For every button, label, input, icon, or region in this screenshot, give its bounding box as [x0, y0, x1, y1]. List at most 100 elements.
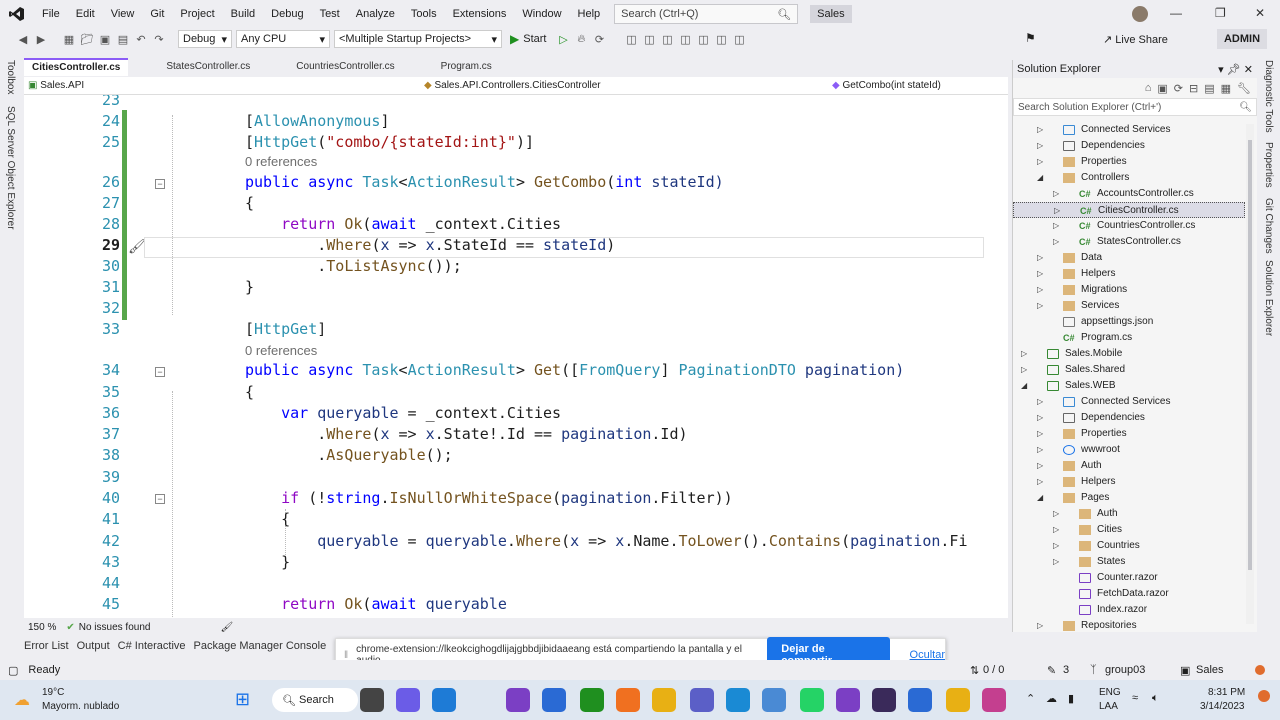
- diagnostic-tools-tab[interactable]: Diagnostic Tools: [1263, 60, 1274, 133]
- tree-item[interactable]: ▷ Repositories: [1013, 618, 1245, 634]
- tree-item[interactable]: ▷ wwwroot: [1013, 442, 1245, 458]
- collapsed-chevron-icon[interactable]: ▷: [1021, 346, 1027, 362]
- tree-item[interactable]: ▷ Helpers: [1013, 266, 1245, 282]
- keyboard-layout[interactable]: LAA: [1099, 701, 1118, 712]
- configuration-select[interactable]: Debug ▾: [178, 30, 232, 48]
- whatsapp-icon[interactable]: [800, 688, 824, 712]
- file-explorer-icon[interactable]: [908, 688, 932, 712]
- tree-item[interactable]: ◢ Controllers: [1013, 170, 1245, 186]
- tree-item[interactable]: FetchData.razor: [1013, 586, 1245, 602]
- brush-icon[interactable]: 🖌︎: [220, 622, 233, 633]
- github-icon[interactable]: [836, 688, 860, 712]
- tree-item[interactable]: ▷ Auth: [1013, 458, 1245, 474]
- sql-server-object-explorer-tab[interactable]: SQL Server Object Explorer: [5, 106, 16, 230]
- wrench-icon[interactable]: 🔧︎: [1237, 82, 1251, 95]
- wifi-icon[interactable]: ≈: [1132, 692, 1138, 704]
- startup-project-select[interactable]: <Multiple Startup Projects> ▾: [334, 30, 502, 48]
- tree-item[interactable]: appsettings.json: [1013, 314, 1245, 330]
- collapsed-chevron-icon[interactable]: ▷: [1037, 138, 1043, 154]
- collapsed-chevron-icon[interactable]: ▷: [1053, 522, 1059, 538]
- collapsed-chevron-icon[interactable]: ▷: [1037, 394, 1043, 410]
- tree-item[interactable]: ▷ Connected Services: [1013, 122, 1245, 138]
- volume-icon[interactable]: 🔈︎: [1152, 692, 1159, 705]
- tree-item[interactable]: ▷ Connected Services: [1013, 394, 1245, 410]
- save-icon[interactable]: ▣: [96, 33, 114, 46]
- weather-desc[interactable]: Mayorm. nublado: [42, 701, 119, 712]
- branch-icon[interactable]: ᛉ: [1090, 664, 1097, 676]
- global-search-input[interactable]: Search (Ctrl+Q) 🔍︎: [614, 4, 799, 24]
- pin-icon[interactable]: 📌︎: [1227, 64, 1241, 76]
- tree-item[interactable]: ▷ Properties: [1013, 154, 1245, 170]
- visual-studio-logo-icon[interactable]: [0, 0, 34, 28]
- panel-options-icon[interactable]: ▾: [1218, 64, 1224, 76]
- taskbar-search[interactable]: 🔍︎ Search: [272, 688, 358, 712]
- collapsed-chevron-icon[interactable]: ▷: [1053, 506, 1059, 522]
- solution-name-badge[interactable]: Sales: [810, 5, 852, 23]
- tree-item[interactable]: ▷ States: [1013, 554, 1245, 570]
- toolbar-misc-icon[interactable]: ◫: [712, 33, 730, 46]
- expanded-chevron-icon[interactable]: ◢: [1037, 170, 1043, 186]
- pencil-icon[interactable]: ✎: [1047, 664, 1056, 677]
- start-button[interactable]: Start: [523, 33, 546, 45]
- collapsed-chevron-icon[interactable]: ▷: [1037, 250, 1043, 266]
- collapsed-chevron-icon[interactable]: ▷: [1053, 554, 1059, 570]
- tree-item[interactable]: ▷ C# CountriesController.cs: [1013, 218, 1245, 234]
- collapsed-chevron-icon[interactable]: ▷: [1054, 203, 1060, 219]
- tab-output[interactable]: Output: [77, 640, 110, 652]
- solution-explorer-tab[interactable]: Solution Explorer: [1263, 260, 1274, 336]
- scrollbar-thumb[interactable]: [1248, 140, 1252, 570]
- source-control-arrows-icon[interactable]: ⇅: [970, 664, 979, 677]
- drag-handle-icon[interactable]: ‖: [344, 650, 348, 661]
- menu-test[interactable]: Test: [312, 0, 348, 28]
- menu-help[interactable]: Help: [570, 0, 609, 28]
- toolbar-misc-icon[interactable]: ◫: [622, 33, 640, 46]
- collapsed-chevron-icon[interactable]: ▷: [1053, 186, 1059, 202]
- clock-time[interactable]: 8:31 PM: [1208, 687, 1245, 698]
- undo-icon[interactable]: ↶: [132, 33, 150, 46]
- collapsed-chevron-icon[interactable]: ▷: [1037, 458, 1043, 474]
- tab-program[interactable]: Program.cs: [433, 58, 500, 76]
- postman-icon[interactable]: [616, 688, 640, 712]
- menu-analyze[interactable]: Analyze: [348, 0, 403, 28]
- toolbox-tab[interactable]: Toolbox: [5, 60, 16, 94]
- notification-icon[interactable]: [1258, 690, 1270, 702]
- tab-package-manager-console[interactable]: Package Manager Console: [194, 640, 327, 652]
- save-all-icon[interactable]: ▤: [114, 33, 132, 46]
- branch-name[interactable]: group03: [1105, 664, 1145, 676]
- xbox-icon[interactable]: [580, 688, 604, 712]
- back-icon[interactable]: ◀: [14, 33, 32, 46]
- collapsed-chevron-icon[interactable]: ▷: [1053, 218, 1059, 234]
- app-icon[interactable]: [982, 688, 1006, 712]
- redo-icon[interactable]: ↷: [150, 33, 168, 46]
- tree-item[interactable]: C# Program.cs: [1013, 330, 1245, 346]
- menu-file[interactable]: File: [34, 0, 68, 28]
- member-dropdown[interactable]: ◆ GetCombo(int stateId): [832, 80, 941, 91]
- collapsed-chevron-icon[interactable]: ▷: [1037, 122, 1043, 138]
- chat-icon[interactable]: [396, 688, 420, 712]
- refresh-icon[interactable]: ⟳: [590, 33, 608, 46]
- task-view-icon[interactable]: [360, 688, 384, 712]
- expanded-chevron-icon[interactable]: ◢: [1021, 378, 1027, 394]
- tree-item[interactable]: ▷ C# AccountsController.cs: [1013, 186, 1245, 202]
- menu-build[interactable]: Build: [223, 0, 263, 28]
- tree-item[interactable]: ▷ C# StatesController.cs: [1013, 234, 1245, 250]
- tab-countries-controller[interactable]: CountriesController.cs: [288, 58, 402, 76]
- close-panel-icon[interactable]: ✕: [1244, 64, 1253, 76]
- tree-item[interactable]: ▷ Countries: [1013, 538, 1245, 554]
- clock-date[interactable]: 3/14/2023: [1200, 701, 1245, 712]
- tab-cities-controller[interactable]: CitiesController.cs: [24, 58, 129, 76]
- zoom-level[interactable]: 150 %: [28, 622, 56, 633]
- tree-item[interactable]: ▷ Sales.Shared: [1013, 362, 1245, 378]
- new-project-icon[interactable]: ▦: [60, 33, 78, 46]
- git-changes-tab[interactable]: Git Changes: [1263, 198, 1274, 254]
- show-all-files-icon[interactable]: ▤: [1204, 82, 1214, 95]
- collapsed-chevron-icon[interactable]: ▷: [1037, 474, 1043, 490]
- tray-chevron-icon[interactable]: ⌃: [1026, 692, 1035, 705]
- tree-item[interactable]: ◢ Sales.WEB: [1013, 378, 1245, 394]
- edge-icon[interactable]: [432, 688, 456, 712]
- tree-item[interactable]: ▷ Auth: [1013, 506, 1245, 522]
- collapse-toggle[interactable]: −: [155, 367, 165, 377]
- collapsed-chevron-icon[interactable]: ▷: [1021, 362, 1027, 378]
- tree-item[interactable]: Counter.razor: [1013, 570, 1245, 586]
- tree-item[interactable]: ▷ Services: [1013, 298, 1245, 314]
